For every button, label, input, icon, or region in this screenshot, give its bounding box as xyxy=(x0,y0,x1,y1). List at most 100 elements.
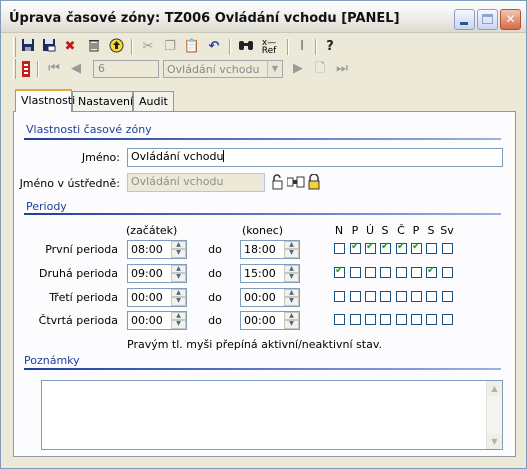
find-icon[interactable] xyxy=(237,38,255,56)
next-record-icon[interactable]: ▶ xyxy=(289,60,307,78)
clear-ref-icon[interactable]: x— Ref xyxy=(258,38,280,56)
day-checkbox[interactable] xyxy=(396,291,407,302)
time-value: 09:00 xyxy=(131,267,163,280)
transfer-icon[interactable] xyxy=(286,176,305,191)
spin-up-icon[interactable]: ▲ xyxy=(171,289,186,297)
spin-up-icon[interactable]: ▲ xyxy=(171,312,186,320)
up-icon[interactable] xyxy=(107,38,125,56)
period-start-prvni[interactable]: 08:00 ▲ ▼ xyxy=(127,240,187,259)
tab-vlastnosti[interactable]: Vlastnosti xyxy=(15,89,75,112)
save-icon[interactable] xyxy=(19,38,37,56)
day-checkbox[interactable] xyxy=(380,267,391,278)
toolbar-grip[interactable] xyxy=(13,37,16,57)
minimize-button[interactable] xyxy=(454,9,475,30)
spinner-buttons: ▲ ▼ xyxy=(284,289,299,306)
spin-up-icon[interactable]: ▲ xyxy=(284,241,299,249)
maximize-button[interactable] xyxy=(477,9,498,30)
spin-up-icon[interactable]: ▲ xyxy=(284,312,299,320)
day-checkbox[interactable] xyxy=(426,291,437,302)
cut-icon[interactable]: ✂ xyxy=(139,38,157,56)
period-end-prvni[interactable]: 18:00 ▲ ▼ xyxy=(240,240,300,259)
period-start-treti[interactable]: 00:00 ▲ ▼ xyxy=(127,288,187,307)
spin-up-icon[interactable]: ▲ xyxy=(284,289,299,297)
spin-up-icon[interactable]: ▲ xyxy=(284,265,299,273)
unlock-icon[interactable] xyxy=(271,174,285,193)
spin-down-icon[interactable]: ▼ xyxy=(284,249,299,258)
day-checkbox[interactable] xyxy=(350,291,361,302)
day-checkbox[interactable] xyxy=(380,241,391,254)
day-checkbox[interactable] xyxy=(396,267,407,278)
copy-icon[interactable]: ❐ xyxy=(161,38,179,56)
notes-textarea[interactable]: ▲ ▼ xyxy=(41,380,503,450)
day-checkbox[interactable] xyxy=(442,291,453,302)
day-checkbox[interactable] xyxy=(442,267,453,278)
day-checkbox[interactable] xyxy=(396,241,407,254)
spin-up-icon[interactable]: ▲ xyxy=(171,265,186,273)
period-start-ctvrta[interactable]: 00:00 ▲ ▼ xyxy=(127,311,187,330)
spin-down-icon[interactable]: ▼ xyxy=(171,273,186,282)
previous-record-icon[interactable]: ◀ xyxy=(67,60,85,78)
paste-icon[interactable]: 📋 xyxy=(183,38,201,56)
day-checkbox[interactable] xyxy=(396,314,407,325)
tab-audit[interactable]: Audit xyxy=(133,91,174,111)
day-checkbox[interactable] xyxy=(365,267,376,278)
day-checkbox[interactable] xyxy=(334,314,345,325)
close-button[interactable]: ✕ xyxy=(500,9,521,30)
day-checkbox[interactable] xyxy=(411,241,422,254)
day-checkbox[interactable] xyxy=(380,291,391,302)
day-checkbox[interactable] xyxy=(411,291,422,302)
period-end-druha[interactable]: 15:00 ▲ ▼ xyxy=(240,264,300,283)
spin-down-icon[interactable]: ▼ xyxy=(171,249,186,258)
spin-up-icon[interactable]: ▲ xyxy=(171,241,186,249)
first-record-icon[interactable]: ⏮ xyxy=(45,60,63,78)
day-checkbox[interactable] xyxy=(350,241,361,254)
tab-nastaveni[interactable]: Nastavení xyxy=(72,91,133,111)
record-name-combo[interactable]: Ovládání vchodu ▼ xyxy=(163,60,283,78)
day-checkbox[interactable] xyxy=(365,291,376,302)
last-record-icon[interactable]: ⏭ xyxy=(333,60,351,78)
time-value: 00:00 xyxy=(131,291,163,304)
day-checkbox[interactable] xyxy=(442,314,453,325)
spin-down-icon[interactable]: ▼ xyxy=(284,320,299,329)
spin-down-icon[interactable]: ▼ xyxy=(171,297,186,306)
scroll-down-icon[interactable]: ▼ xyxy=(487,434,502,449)
help-icon[interactable]: ? xyxy=(321,38,339,56)
day-checkbox[interactable] xyxy=(426,265,437,278)
lock-icon[interactable] xyxy=(307,173,321,193)
day-checkbox[interactable] xyxy=(411,314,422,325)
save-close-icon[interactable] xyxy=(40,38,58,56)
day-checkbox[interactable] xyxy=(334,291,345,302)
spin-down-icon[interactable]: ▼ xyxy=(171,320,186,329)
undo-icon[interactable]: ↶ xyxy=(205,38,223,56)
day-checkbox[interactable] xyxy=(334,243,345,254)
day-checkbox[interactable] xyxy=(365,241,376,254)
day-checkbox[interactable] xyxy=(350,314,361,325)
spin-down-icon[interactable]: ▼ xyxy=(284,273,299,282)
toolbar-grip[interactable] xyxy=(13,59,16,79)
name-field[interactable]: Ovládání vchodu xyxy=(127,148,503,167)
trash-icon[interactable] xyxy=(85,38,103,56)
notes-scrollbar[interactable]: ▲ ▼ xyxy=(486,381,502,449)
spin-down-icon[interactable]: ▼ xyxy=(284,297,299,306)
period-end-ctvrta[interactable]: 00:00 ▲ ▼ xyxy=(240,311,300,330)
maximize-icon xyxy=(482,14,493,24)
day-checkbox[interactable] xyxy=(426,243,437,254)
day-checkbox[interactable] xyxy=(365,314,376,325)
title-bar[interactable]: Úprava časové zóny: TZ006 Ovládání vchod… xyxy=(1,1,526,33)
day-checkbox[interactable] xyxy=(334,265,345,278)
period-end-treti[interactable]: 00:00 ▲ ▼ xyxy=(240,288,300,307)
day-checkbox[interactable] xyxy=(442,243,453,254)
record-list-icon[interactable] xyxy=(17,61,35,79)
delete-icon[interactable]: ✖ xyxy=(61,38,79,56)
chevron-down-icon[interactable]: ▼ xyxy=(267,61,282,77)
period-start-druha[interactable]: 09:00 ▲ ▼ xyxy=(127,264,187,283)
toolbar-separator xyxy=(131,39,133,55)
new-record-icon[interactable]: 🗋 xyxy=(311,60,329,78)
day-checkbox[interactable] xyxy=(350,267,361,278)
record-number-field[interactable]: 6 xyxy=(93,60,159,78)
text-cursor-icon[interactable]: I xyxy=(293,38,311,56)
day-checkbox[interactable] xyxy=(380,314,391,325)
day-checkbox[interactable] xyxy=(411,267,422,278)
scroll-up-icon[interactable]: ▲ xyxy=(487,381,502,396)
day-checkbox[interactable] xyxy=(426,314,437,325)
